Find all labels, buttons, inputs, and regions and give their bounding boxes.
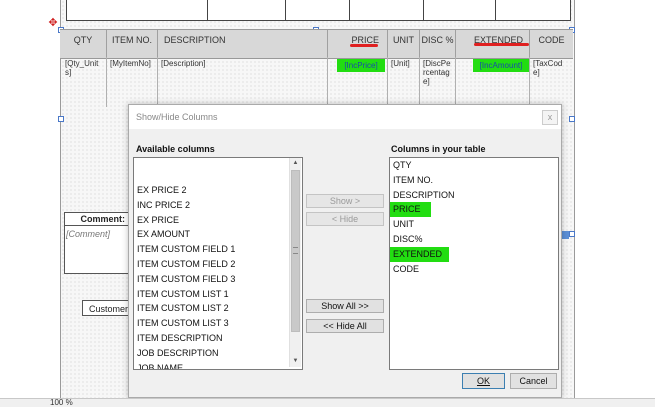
show-all-button[interactable]: Show All >> bbox=[306, 299, 384, 313]
list-item[interactable]: EX PRICE 2 bbox=[134, 183, 302, 198]
list-item[interactable]: ITEM CUSTOM FIELD 1 bbox=[134, 242, 302, 257]
header-code[interactable]: CODE bbox=[530, 30, 573, 58]
move-handle-icon[interactable]: ✥ bbox=[47, 17, 59, 29]
top-table-cell bbox=[349, 0, 350, 20]
available-columns-label: Available columns bbox=[136, 144, 215, 154]
top-table-cell bbox=[285, 0, 286, 20]
field-price[interactable]: [IncPrice] bbox=[337, 59, 385, 72]
show-button[interactable]: Show > bbox=[306, 194, 384, 208]
list-item[interactable]: ITEM CUSTOM LIST 2 bbox=[134, 301, 302, 316]
ok-button[interactable]: OK bbox=[462, 373, 505, 389]
field-unit[interactable]: [Unit] bbox=[388, 57, 420, 107]
comment-label: Comment: bbox=[64, 212, 129, 226]
grip-icon bbox=[293, 247, 298, 254]
scroll-down-icon[interactable]: ▼ bbox=[291, 357, 300, 366]
list-item[interactable]: EX PRICE bbox=[134, 213, 302, 228]
hide-all-button[interactable]: << Hide All bbox=[306, 319, 384, 333]
show-hide-columns-dialog: Show/Hide Columns x Available columns Co… bbox=[128, 104, 562, 398]
field-price-cell: [IncPrice] bbox=[328, 57, 388, 107]
extended-underline-mark bbox=[474, 43, 529, 46]
header-unit[interactable]: UNIT bbox=[388, 30, 420, 58]
list-item[interactable]: CODE bbox=[390, 262, 558, 277]
list-item[interactable]: JOB NAME bbox=[134, 361, 302, 369]
list-item[interactable]: DISC% bbox=[390, 232, 558, 247]
hide-button[interactable]: < Hide bbox=[306, 212, 384, 226]
scroll-thumb[interactable] bbox=[291, 170, 300, 332]
list-item[interactable]: ITEM NO. bbox=[390, 173, 558, 188]
field-disc[interactable]: [DiscPercentage] bbox=[420, 57, 456, 107]
list-item[interactable]: QTY bbox=[390, 158, 558, 173]
list-item[interactable]: ITEM CUSTOM FIELD 2 bbox=[134, 257, 302, 272]
list-item[interactable]: DESCRIPTION bbox=[390, 188, 558, 203]
header-qty[interactable]: QTY bbox=[60, 30, 107, 58]
customer-label[interactable]: Customer bbox=[82, 300, 130, 316]
available-list-scrollbar[interactable]: ▲ ▼ bbox=[289, 158, 301, 367]
list-item[interactable]: ITEM CUSTOM LIST 3 bbox=[134, 316, 302, 331]
field-code[interactable]: [TaxCode] bbox=[530, 57, 571, 107]
list-item[interactable]: EXTENDED bbox=[390, 246, 449, 262]
selection-handle[interactable] bbox=[569, 116, 575, 122]
top-table[interactable] bbox=[66, 0, 571, 21]
header-description[interactable]: DESCRIPTION bbox=[158, 30, 328, 58]
list-item[interactable]: INC PRICE 2 bbox=[134, 198, 302, 213]
list-item[interactable]: EX AMOUNT bbox=[134, 227, 302, 242]
table-columns-list[interactable]: QTY ITEM NO. DESCRIPTION PRICE UNIT DISC… bbox=[389, 157, 559, 370]
dialog-title: Show/Hide Columns bbox=[129, 105, 561, 129]
field-item-no[interactable]: [MyItemNo] bbox=[107, 57, 158, 107]
list-item[interactable]: PRICE bbox=[390, 202, 431, 218]
comment-field[interactable]: [Comment] bbox=[66, 229, 110, 239]
list-item[interactable]: ITEM DESCRIPTION bbox=[134, 331, 302, 346]
list-item[interactable]: JOB DESCRIPTION bbox=[134, 346, 302, 361]
field-description[interactable]: [Description] bbox=[158, 57, 328, 107]
field-extended-cell: [IncAmount] bbox=[456, 57, 530, 107]
top-table-cell bbox=[423, 0, 424, 20]
list-item[interactable]: ITEM CUSTOM LIST 1 bbox=[134, 287, 302, 302]
close-icon[interactable]: x bbox=[542, 110, 558, 125]
field-extended[interactable]: [IncAmount] bbox=[473, 59, 529, 72]
list-item[interactable]: UNIT bbox=[390, 217, 558, 232]
list-item[interactable]: ITEM CUSTOM FIELD 3 bbox=[134, 272, 302, 287]
header-item-no[interactable]: ITEM NO. bbox=[107, 30, 158, 58]
selection-handle[interactable] bbox=[58, 116, 64, 122]
price-underline-mark bbox=[350, 44, 378, 47]
selection-handle[interactable] bbox=[569, 231, 575, 237]
top-table-cell bbox=[495, 0, 496, 20]
table-columns-label: Columns in your table bbox=[391, 144, 486, 154]
field-qty[interactable]: [Qty_Units] bbox=[62, 57, 107, 107]
header-disc[interactable]: DISC % bbox=[420, 30, 456, 58]
available-columns-list[interactable]: EX PRICE 2 INC PRICE 2 EX PRICE EX AMOUN… bbox=[133, 157, 303, 370]
anchor-marker-icon[interactable] bbox=[561, 231, 569, 239]
top-table-cell bbox=[207, 0, 208, 20]
cancel-button[interactable]: Cancel bbox=[510, 373, 557, 389]
scroll-up-icon[interactable]: ▲ bbox=[291, 159, 300, 168]
